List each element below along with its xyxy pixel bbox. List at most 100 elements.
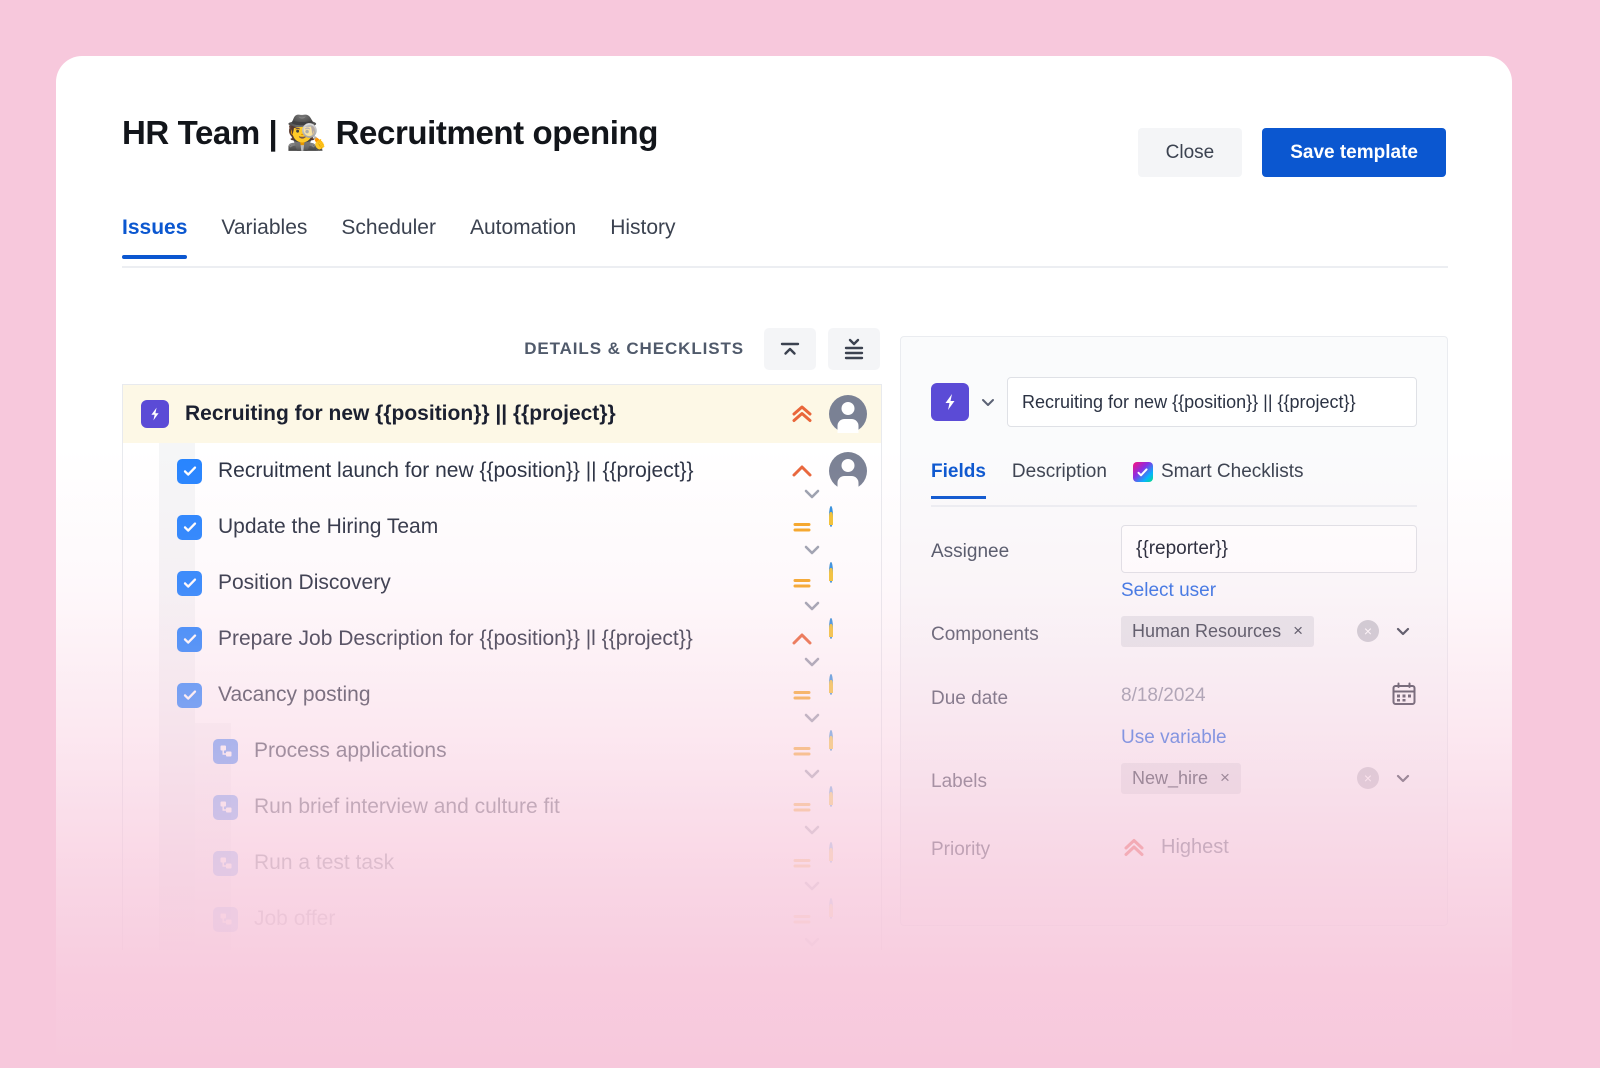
issue-row-title: Run a test task [254, 851, 395, 874]
issue-row[interactable]: Vacancy posting [123, 667, 881, 723]
checkbox-icon[interactable] [177, 458, 202, 484]
avatar[interactable] [829, 730, 867, 770]
labels-clear-icon[interactable]: × [1357, 767, 1379, 789]
component-chip[interactable]: Human Resources × [1121, 615, 1314, 647]
field-assignee: Assignee {{reporter}} Select user [931, 525, 1417, 602]
components-chevron-down-icon[interactable] [1393, 621, 1413, 641]
default-user-avatar-icon [829, 452, 867, 490]
checkbox-icon[interactable] [177, 514, 202, 540]
panel-tab-smart-checklists[interactable]: Smart Checklists [1132, 461, 1303, 497]
row-trailing [789, 786, 881, 826]
screenshot-viewport: HR Team | 🕵️ Recruitment opening Close S… [0, 0, 1600, 1068]
tab-variables[interactable]: Variables [221, 216, 307, 257]
panel-tab-description[interactable]: Description [1012, 461, 1107, 497]
row-priority[interactable] [789, 627, 815, 651]
panel-tab-description-label: Description [1011, 461, 1107, 482]
use-variable-link[interactable]: Use variable [1121, 727, 1227, 749]
row-priority[interactable] [789, 571, 815, 595]
issue-row[interactable]: Prepare Job Description for {{position}}… [123, 611, 881, 667]
tab-automation[interactable]: Automation [470, 216, 576, 257]
checkbox-icon[interactable] [177, 682, 202, 708]
avatar[interactable] [829, 562, 867, 602]
row-priority[interactable] [789, 683, 815, 707]
panel-tab-fields[interactable]: Fields [931, 461, 986, 499]
issue-row-title: Position Discovery [218, 571, 391, 594]
row-expander-chevron-down-icon[interactable] [801, 935, 823, 949]
components-label: Components [931, 624, 1039, 645]
tab-history[interactable]: History [610, 216, 675, 257]
close-button[interactable]: Close [1137, 128, 1243, 177]
avatar[interactable] [829, 786, 867, 826]
avatar[interactable] [829, 618, 867, 658]
issue-row[interactable]: Update the Hiring Team [123, 499, 881, 555]
avatar[interactable] [829, 674, 867, 714]
row-priority[interactable] [789, 402, 815, 426]
user-photo-avatar [829, 842, 833, 863]
subtask-icon[interactable] [213, 794, 238, 820]
issue-row[interactable]: Job offer [123, 891, 881, 947]
subtask-icon[interactable] [213, 738, 238, 764]
row-icon [177, 682, 202, 708]
labels-chevron-down-icon[interactable] [1393, 768, 1413, 788]
save-template-button[interactable]: Save template [1262, 128, 1446, 177]
avatar[interactable] [829, 842, 867, 882]
tab-scheduler[interactable]: Scheduler [341, 216, 436, 257]
label-chip-remove-icon[interactable]: × [1220, 768, 1230, 788]
row-priority[interactable] [789, 515, 815, 539]
subtask-icon[interactable] [213, 850, 238, 876]
issue-type-bolt-icon[interactable] [931, 383, 969, 421]
user-photo-avatar [829, 562, 833, 583]
component-chip-label: Human Resources [1132, 620, 1282, 641]
issue-type-chevron-down-icon[interactable] [979, 393, 997, 411]
default-user-avatar-icon [829, 395, 867, 433]
select-user-link[interactable]: Select user [1121, 580, 1216, 602]
checkbox-icon[interactable] [177, 626, 202, 652]
checkbox-icon[interactable] [177, 570, 202, 596]
issue-row[interactable]: Position Discovery [123, 555, 881, 611]
avatar[interactable] [829, 452, 867, 490]
labels-control[interactable]: New_hire × × [1121, 755, 1417, 801]
issue-row[interactable]: Process applications [123, 723, 881, 779]
due-date-input[interactable]: 8/18/2024 [1121, 672, 1417, 720]
row-priority[interactable] [789, 739, 815, 763]
user-photo-avatar [829, 506, 833, 527]
components-control[interactable]: Human Resources × × [1121, 608, 1417, 654]
priority-medium-icon [793, 915, 811, 924]
row-priority[interactable] [789, 851, 815, 875]
subtask-icon[interactable] [213, 906, 238, 932]
issue-row[interactable]: Run a test task [123, 835, 881, 891]
issue-row-epic[interactable]: Recruiting for new {{position}} || {{pro… [123, 385, 881, 443]
issue-row[interactable]: Run brief interview and culture fit [123, 779, 881, 835]
row-priority[interactable] [789, 795, 815, 819]
priority-control[interactable]: Highest [1121, 823, 1417, 871]
row-priority[interactable] [789, 459, 815, 483]
issue-row-title: Prepare Job Description for {{position}}… [218, 627, 693, 650]
assignee-input[interactable]: {{reporter}} [1121, 525, 1417, 573]
components-clear-icon[interactable]: × [1357, 620, 1379, 642]
panel-tab-fields-label: Fields [931, 461, 986, 482]
tab-issues[interactable]: Issues [122, 216, 188, 259]
row-icon [213, 738, 238, 764]
avatar[interactable] [829, 506, 867, 546]
priority-highest-icon [792, 405, 812, 422]
row-priority[interactable] [789, 907, 815, 931]
priority-medium-icon [793, 747, 811, 756]
calendar-icon[interactable] [1391, 681, 1417, 712]
issue-detail-panel: Recruiting for new {{position}} || {{pro… [900, 336, 1448, 926]
row-icon [177, 514, 202, 540]
collapse-all-button[interactable] [764, 328, 816, 370]
checklist-column: DETAILS & CHECKLISTS Recruiting for new … [122, 324, 882, 950]
user-photo-avatar [829, 618, 833, 639]
expand-all-button[interactable] [828, 328, 880, 370]
issue-row-title: Run brief interview and culture fit [254, 795, 560, 818]
avatar[interactable] [829, 898, 867, 938]
app-window-card: HR Team | 🕵️ Recruitment opening Close S… [56, 56, 1512, 1068]
priority-medium-icon [793, 859, 811, 868]
issue-row-title: Process applications [254, 739, 447, 762]
component-chip-remove-icon[interactable]: × [1293, 621, 1303, 641]
label-chip[interactable]: New_hire × [1121, 762, 1241, 794]
bolt-icon[interactable] [141, 400, 169, 428]
avatar[interactable] [829, 395, 867, 433]
issue-row[interactable]: Recruitment launch for new {{position}} … [123, 443, 881, 499]
summary-input[interactable]: Recruiting for new {{position}} || {{pro… [1007, 377, 1417, 427]
